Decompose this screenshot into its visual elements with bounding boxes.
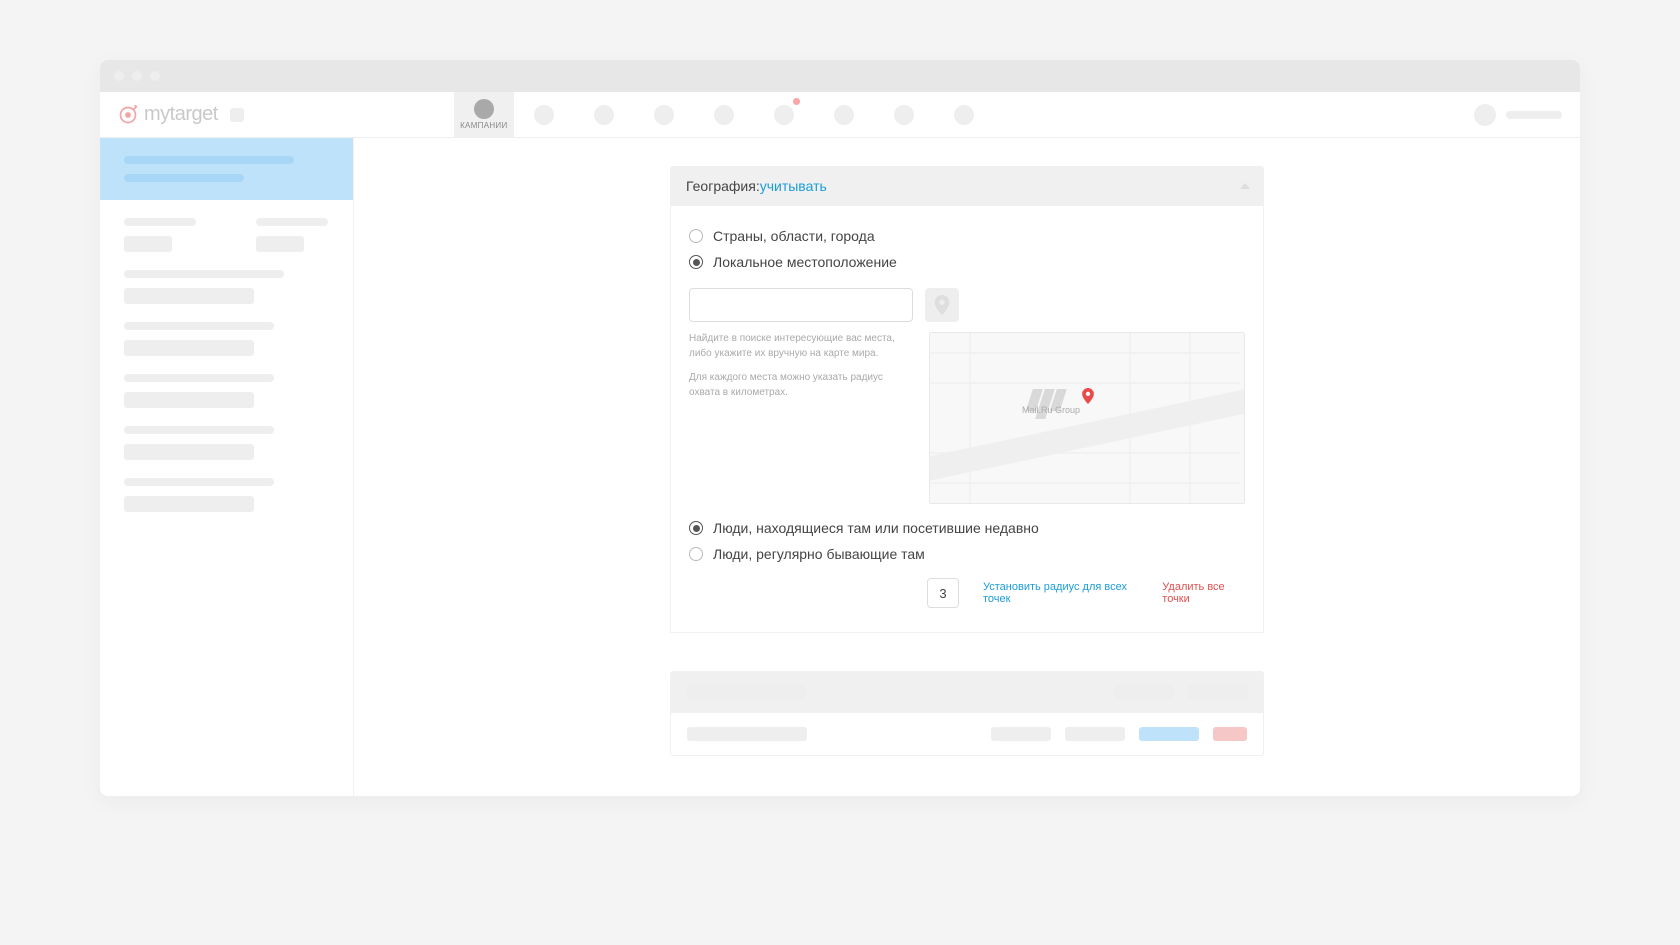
- tab-item[interactable]: [574, 92, 634, 138]
- topbar: mytarget КАМПАНИИ: [100, 92, 1580, 138]
- sidebar-item[interactable]: [124, 270, 329, 304]
- browser-frame: mytarget КАМПАНИИ: [100, 60, 1580, 796]
- tab-item[interactable]: [874, 92, 934, 138]
- logo-square: [230, 108, 244, 122]
- radio-label: Страны, области, города: [713, 228, 875, 244]
- tab-item[interactable]: [754, 92, 814, 138]
- geography-title-prefix: География:: [686, 178, 760, 194]
- tab-item[interactable]: [634, 92, 694, 138]
- radio-countries[interactable]: Страны, области, города: [689, 228, 1245, 244]
- radio-icon: [689, 521, 703, 535]
- delete-all-points-link[interactable]: Удалить все точки: [1162, 581, 1245, 605]
- set-radius-all-link[interactable]: Установить радиус для всех точек: [983, 581, 1138, 605]
- avatar: [1474, 104, 1496, 126]
- help-text: Найдите в поиске интересующие вас места,…: [689, 332, 913, 504]
- target-icon: [118, 105, 138, 125]
- tab-label: КАМПАНИИ: [460, 121, 507, 130]
- sidebar-item[interactable]: [124, 218, 329, 252]
- geography-header[interactable]: География: учитывать: [670, 166, 1264, 206]
- notification-badge: [793, 98, 800, 105]
- map-pin-icon: [1080, 388, 1096, 404]
- chevron-up-icon: [1240, 183, 1250, 189]
- window-dot: [150, 71, 160, 81]
- tab-item[interactable]: [934, 92, 994, 138]
- sidebar-item[interactable]: [124, 426, 329, 460]
- footer-header[interactable]: [670, 671, 1264, 713]
- nav-tabs: КАМПАНИИ: [454, 92, 994, 138]
- radio-icon: [689, 255, 703, 269]
- geography-body: Страны, области, города Локальное местоп…: [670, 206, 1264, 633]
- user-menu[interactable]: [1474, 104, 1562, 126]
- window-dot: [114, 71, 124, 81]
- browser-titlebar: [100, 60, 1580, 92]
- sidebar: [100, 138, 354, 796]
- map-place-label: Mail.Ru Group: [1022, 405, 1080, 415]
- radius-input[interactable]: [927, 578, 959, 608]
- footer-body: [670, 713, 1264, 756]
- radio-label: Люди, находящиеся там или посетившие нед…: [713, 520, 1039, 536]
- sidebar-item[interactable]: [124, 322, 329, 356]
- tab-item[interactable]: [514, 92, 574, 138]
- radio-label: Локальное местоположение: [713, 254, 897, 270]
- geography-mode-link[interactable]: учитывать: [760, 178, 827, 194]
- sidebar-active-item[interactable]: [100, 138, 353, 200]
- content: География: учитывать Страны, области, го…: [354, 138, 1580, 796]
- radio-audience-present[interactable]: Люди, находящиеся там или посетившие нед…: [689, 520, 1245, 536]
- pin-icon: [934, 295, 950, 315]
- logo[interactable]: mytarget: [118, 103, 244, 126]
- tab-item[interactable]: [694, 92, 754, 138]
- radio-label: Люди, регулярно бывающие там: [713, 546, 925, 562]
- map[interactable]: Mail.Ru Group: [929, 332, 1245, 504]
- radio-audience-regular[interactable]: Люди, регулярно бывающие там: [689, 546, 1245, 562]
- radio-local[interactable]: Локальное местоположение: [689, 254, 1245, 270]
- tab-item[interactable]: [814, 92, 874, 138]
- username-placeholder: [1506, 111, 1562, 119]
- radio-icon: [689, 229, 703, 243]
- location-search-input[interactable]: [689, 288, 913, 322]
- sidebar-item[interactable]: [124, 374, 329, 408]
- radio-icon: [689, 547, 703, 561]
- window-dot: [132, 71, 142, 81]
- sidebar-item[interactable]: [124, 478, 329, 512]
- pin-button[interactable]: [925, 288, 959, 322]
- logo-text: mytarget: [144, 103, 218, 126]
- tab-campaigns[interactable]: КАМПАНИИ: [454, 92, 514, 138]
- footer-section: [670, 671, 1264, 756]
